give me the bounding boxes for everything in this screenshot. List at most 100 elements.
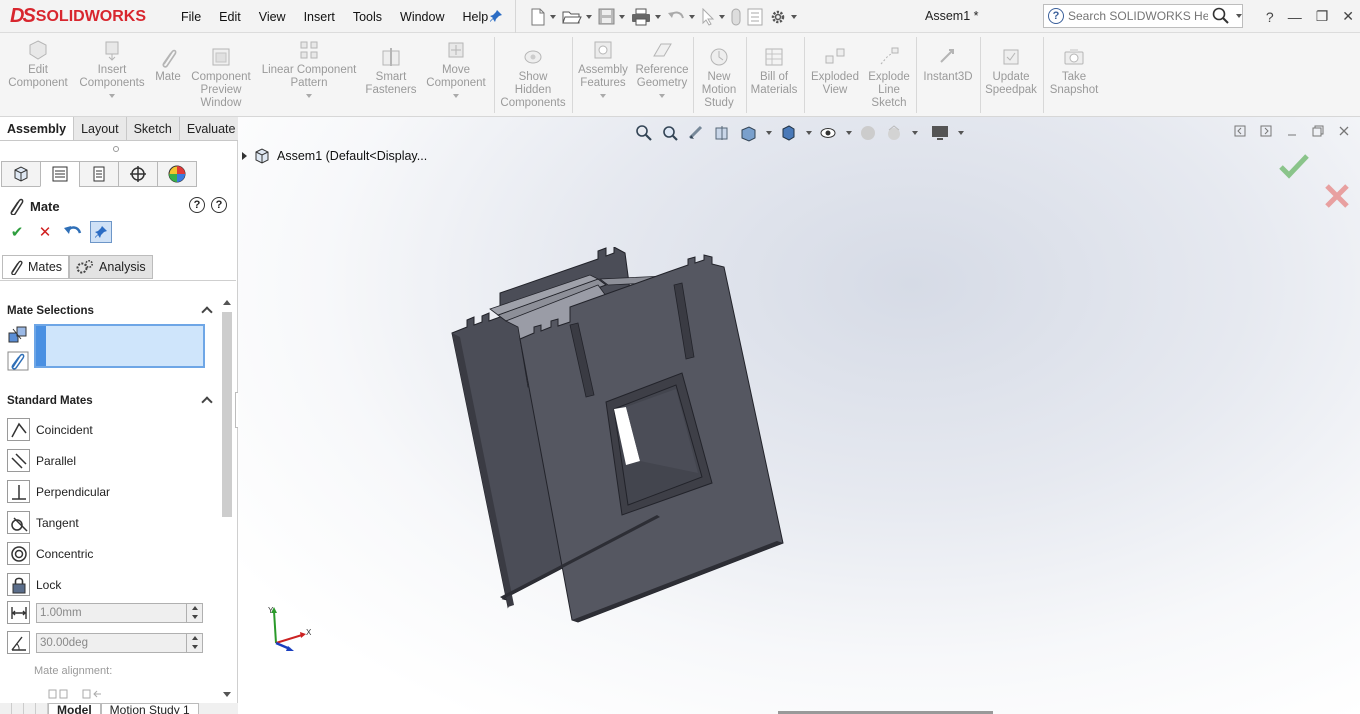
minimize-button[interactable]: — — [1288, 9, 1302, 25]
update-speedpak-button[interactable]: Update Speedpak — [982, 46, 1040, 97]
mate-parallel[interactable]: Parallel — [7, 445, 110, 476]
edit-appearance-button[interactable] — [858, 123, 878, 143]
file-properties-button[interactable] — [747, 6, 763, 28]
zoom-to-fit-button[interactable] — [634, 123, 654, 143]
show-hidden-components-button[interactable]: Show Hidden Components — [498, 46, 568, 110]
scroll-up-icon[interactable] — [223, 300, 231, 305]
distance-input[interactable] — [37, 606, 177, 619]
instant3d-button[interactable]: Instant3D — [918, 46, 978, 84]
display-style-button[interactable] — [778, 123, 798, 143]
previous-view-button[interactable] — [686, 123, 706, 143]
mate-tangent[interactable]: Tangent — [7, 507, 110, 538]
scroll-down-icon[interactable] — [223, 692, 231, 697]
anti-aligned-icon[interactable] — [82, 687, 102, 701]
new-document-button[interactable] — [530, 6, 556, 28]
flyout-tree-root[interactable]: Assem1 (Default<Display... — [242, 147, 427, 165]
tab-scroll-next[interactable] — [24, 703, 36, 714]
search-icon[interactable] — [1212, 7, 1230, 25]
aligned-icon[interactable] — [48, 687, 68, 701]
restore-view-icon[interactable] — [1312, 125, 1324, 137]
move-component-button[interactable]: Move Component — [424, 39, 488, 98]
angle-icon[interactable] — [7, 631, 30, 654]
multiple-mate-mode-icon[interactable] — [7, 325, 29, 345]
angle-stepper[interactable] — [186, 633, 202, 652]
view-orientation-button[interactable] — [738, 123, 758, 143]
tab-scroll-first[interactable] — [0, 703, 12, 714]
panel-grip-icon[interactable] — [113, 146, 119, 152]
angle-spinbox[interactable] — [36, 632, 203, 653]
tile-left-icon[interactable] — [1234, 125, 1246, 137]
undo-mate-button[interactable] — [62, 221, 84, 243]
ok-button[interactable]: ✔ — [6, 221, 28, 243]
hide-show-items-button[interactable] — [818, 123, 838, 143]
whats-new-help-icon[interactable]: ? — [189, 197, 205, 213]
explode-line-sketch-button[interactable]: Explode Line Sketch — [864, 46, 914, 110]
tab-evaluate[interactable]: Evaluate — [180, 117, 244, 140]
view-settings-button[interactable] — [930, 123, 950, 143]
menu-edit[interactable]: Edit — [210, 10, 250, 24]
assembly-features-button[interactable]: Assembly Features — [575, 39, 631, 98]
tab-dimxpert-manager[interactable] — [118, 161, 158, 187]
print-button[interactable] — [631, 6, 661, 28]
help-search-input[interactable] — [1068, 9, 1208, 23]
solidworks-logo[interactable]: DS SOLIDWORKS — [10, 3, 156, 30]
new-motion-study-button[interactable]: New Motion Study — [696, 46, 742, 110]
chevron-down-icon[interactable] — [806, 131, 812, 135]
mate-lock[interactable]: Lock — [7, 569, 110, 600]
graphics-area[interactable]: Assem1 (Default<Display... Y X — [238, 117, 1360, 714]
paperclip-selection-icon[interactable] — [7, 351, 29, 371]
options-button[interactable] — [769, 6, 797, 28]
minimize-view-icon[interactable] — [1286, 125, 1298, 137]
close-view-icon[interactable] — [1338, 125, 1350, 137]
tab-property-manager[interactable] — [40, 161, 80, 187]
help-search-box[interactable]: ? — [1043, 4, 1243, 28]
angle-input[interactable] — [37, 636, 177, 649]
select-button[interactable] — [701, 6, 725, 28]
tab-scroll-last[interactable] — [36, 703, 48, 714]
reference-geometry-button[interactable]: Reference Geometry — [633, 39, 691, 98]
tab-sketch[interactable]: Sketch — [127, 117, 180, 140]
pin-menu-icon[interactable] — [489, 9, 503, 23]
mate-concentric[interactable]: Concentric — [7, 538, 110, 569]
confirmation-ok-icon[interactable] — [1279, 153, 1309, 179]
distance-icon[interactable] — [7, 601, 30, 624]
expand-caret-icon[interactable] — [242, 152, 247, 160]
bill-of-materials-button[interactable]: Bill of Materials — [748, 46, 800, 97]
keep-visible-pin-button[interactable] — [90, 221, 112, 243]
save-button[interactable] — [598, 6, 625, 28]
edit-component-button[interactable]: Edit Component — [8, 39, 68, 90]
tab-configuration-manager[interactable] — [79, 161, 119, 187]
mate-selections-listbox[interactable] — [34, 324, 205, 368]
chevron-down-icon[interactable] — [846, 131, 852, 135]
exploded-view-button[interactable]: Exploded View — [807, 46, 863, 97]
open-document-button[interactable] — [562, 6, 592, 28]
tab-model[interactable]: Model — [48, 703, 101, 714]
mate-coincident[interactable]: Coincident — [7, 414, 110, 445]
subtab-analysis[interactable]: Analysis — [69, 255, 153, 279]
restore-button[interactable]: ❐ — [1316, 8, 1329, 25]
distance-spinbox[interactable] — [36, 602, 203, 623]
tab-display-manager[interactable] — [157, 161, 197, 187]
smart-fasteners-button[interactable]: Smart Fasteners — [364, 46, 418, 97]
chevron-down-icon[interactable] — [958, 131, 964, 135]
linear-component-pattern-button[interactable]: Linear Component Pattern — [260, 39, 358, 98]
menu-window[interactable]: Window — [391, 10, 453, 24]
component-preview-window-button[interactable]: Component Preview Window — [188, 46, 254, 110]
tile-right-icon[interactable] — [1260, 125, 1272, 137]
apply-scene-button[interactable] — [884, 123, 904, 143]
menu-file[interactable]: File — [172, 10, 210, 24]
tab-layout[interactable]: Layout — [74, 117, 127, 140]
section-header-standard-mates[interactable]: Standard Mates — [7, 395, 93, 407]
menu-insert[interactable]: Insert — [295, 10, 344, 24]
tab-assembly[interactable]: Assembly — [0, 117, 75, 140]
assembly-model[interactable] — [448, 247, 808, 627]
confirmation-cancel-icon[interactable] — [1324, 183, 1350, 209]
insert-components-button[interactable]: Insert Components — [79, 39, 145, 98]
tab-motion-study[interactable]: Motion Study 1 — [100, 703, 199, 714]
undo-button[interactable] — [667, 6, 695, 28]
tab-scroll-prev[interactable] — [12, 703, 24, 714]
menu-view[interactable]: View — [250, 10, 295, 24]
rebuild-button[interactable] — [731, 6, 741, 28]
distance-stepper[interactable] — [186, 603, 202, 622]
collapse-chevron-icon[interactable] — [201, 396, 213, 408]
